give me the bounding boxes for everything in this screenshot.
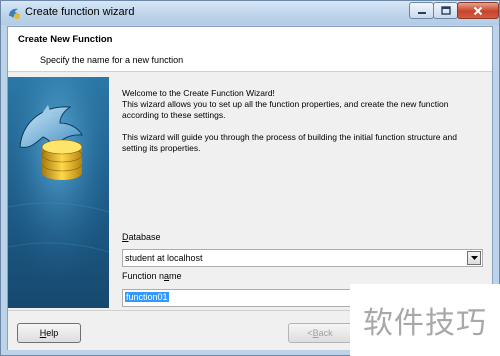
- title-bar[interactable]: Create function wizard: [1, 1, 499, 25]
- welcome-text: Welcome to the Create Function Wizard! T…: [122, 88, 472, 165]
- function-name-label: Function name: [122, 271, 182, 281]
- close-button[interactable]: [457, 2, 499, 19]
- database-label: Database: [122, 232, 161, 242]
- minimize-button[interactable]: [409, 2, 434, 19]
- welcome-guide: This wizard will guide you through the p…: [122, 132, 457, 153]
- welcome-description: This wizard allows you to set up all the…: [122, 99, 449, 120]
- dolphin-database-logo: [8, 77, 109, 308]
- minimize-icon: [417, 11, 426, 14]
- watermark-text: 软件技巧: [350, 284, 500, 356]
- wizard-header: Create New Function Specify the name for…: [8, 27, 492, 72]
- maximize-icon: [440, 6, 451, 15]
- wizard-side-banner: [8, 77, 109, 308]
- maximize-button[interactable]: [433, 2, 458, 19]
- dolphin-app-icon: [9, 8, 20, 19]
- wizard-content: Welcome to the Create Function Wizard! T…: [109, 77, 492, 308]
- welcome-heading: Welcome to the Create Function Wizard!: [122, 88, 275, 98]
- chevron-down-icon: [470, 256, 478, 260]
- back-button[interactable]: < Back: [288, 323, 352, 343]
- window-title: Create function wizard: [25, 6, 135, 18]
- help-button[interactable]: Help: [17, 323, 81, 343]
- database-select-value: student at localhost: [125, 253, 203, 263]
- function-name-value: function01: [125, 292, 169, 302]
- database-select[interactable]: student at localhost: [122, 249, 483, 267]
- page-subtitle: Specify the name for a new function: [40, 55, 184, 65]
- close-icon: [473, 6, 483, 15]
- page-title: Create New Function: [18, 34, 113, 45]
- database-dropdown-button[interactable]: [467, 251, 481, 265]
